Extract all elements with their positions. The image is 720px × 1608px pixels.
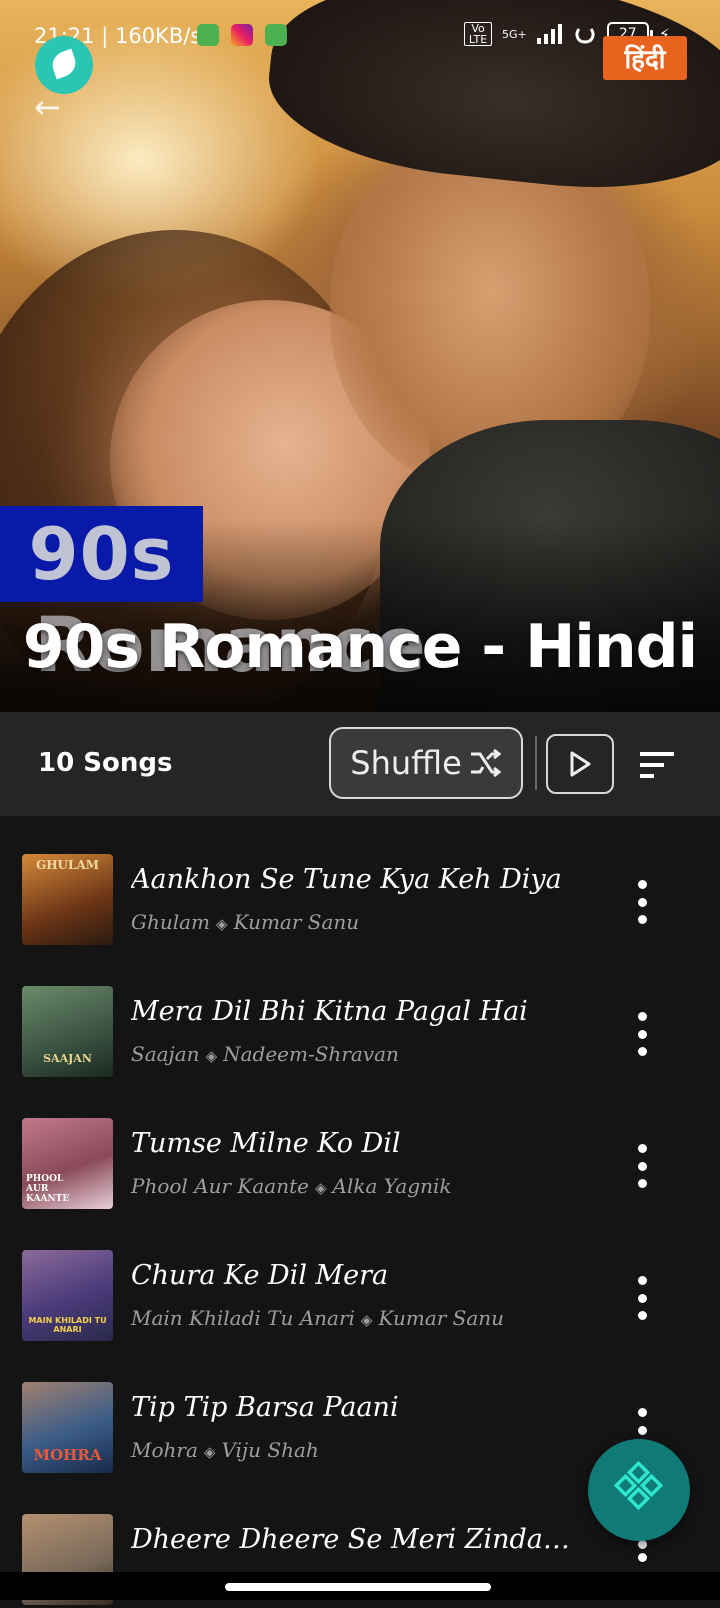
separator-icon: ◈ <box>205 1047 218 1065</box>
song-title: Tip Tip Barsa Paani <box>131 1392 399 1423</box>
song-album: Ghulam <box>131 910 211 934</box>
diamond-grid-icon <box>613 1460 664 1511</box>
song-artist: Alka Yagnik <box>332 1174 452 1198</box>
song-title: Tumse Milne Ko Dil <box>131 1128 401 1159</box>
hotspot-icon <box>575 28 595 44</box>
song-row[interactable]: MAIN KHILADI TU ANARI Chura Ke Dil Mera … <box>0 1212 720 1344</box>
song-album: Saajan <box>131 1042 200 1066</box>
volte-icon: Vo LTE <box>464 22 493 46</box>
separator-icon: ◈ <box>314 1179 327 1197</box>
song-thumbnail: SAAJAN <box>22 986 113 1077</box>
android-notification-icon <box>265 24 287 46</box>
controls-divider <box>535 736 537 790</box>
cover-badge-text: 90s <box>28 512 175 596</box>
more-options-button[interactable] <box>630 880 654 924</box>
song-row[interactable]: SAAJAN Mera Dil Bhi Kitna Pagal Hai Saaj… <box>0 948 720 1080</box>
song-row[interactable]: PHOOL AUR KAANTE Tumse Milne Ko Dil Phoo… <box>0 1080 720 1212</box>
android-notification-icon <box>197 24 219 46</box>
language-button[interactable]: हिंदी <box>603 36 687 80</box>
back-arrow-icon[interactable]: ← <box>34 88 61 126</box>
sort-icon <box>640 752 674 778</box>
song-title: Mera Dil Bhi Kitna Pagal Hai <box>131 996 528 1027</box>
status-speed: 160KB/s <box>114 24 202 48</box>
shuffle-icon <box>470 748 502 778</box>
song-album: Main Khiladi Tu Anari <box>131 1306 355 1330</box>
playlist-title: 90s Romance - Hindi <box>22 612 698 682</box>
app-logo-icon <box>35 36 93 94</box>
song-album: Mohra <box>131 1438 198 1462</box>
song-artist: Kumar Sanu <box>378 1306 505 1330</box>
song-thumbnail: GHULAM <box>22 854 113 945</box>
song-album: Phool Aur Kaante <box>131 1174 309 1198</box>
playlist-controls: 10 Songs Shuffle <box>0 712 720 816</box>
cover-badge: 90s <box>0 506 203 602</box>
song-artist: Viju Shah <box>221 1438 319 1462</box>
home-indicator[interactable] <box>225 1583 491 1591</box>
separator-icon: ◈ <box>216 915 228 933</box>
more-options-button[interactable] <box>630 1144 654 1188</box>
song-title: Chura Ke Dil Mera <box>131 1260 389 1291</box>
more-options-button[interactable] <box>630 1276 654 1320</box>
instagram-notification-icon <box>231 24 253 46</box>
play-icon <box>570 751 591 777</box>
signal-icon <box>536 24 562 44</box>
song-title: Aankhon Se Tune Kya Keh Diya <box>131 864 562 895</box>
sort-button[interactable] <box>638 748 678 782</box>
song-thumbnail: PHOOL AUR KAANTE <box>22 1118 113 1209</box>
shuffle-button[interactable]: Shuffle <box>329 727 523 799</box>
song-title: Dheere Dheere Se Meri Zindagi Mei... <box>131 1524 586 1555</box>
network-5g-label: 5G+ <box>502 27 527 41</box>
play-all-button[interactable] <box>546 734 614 794</box>
song-artist: Kumar Sanu <box>233 910 360 934</box>
separator-icon: ◈ <box>203 1443 216 1461</box>
song-count: 10 Songs <box>38 748 173 778</box>
more-options-button[interactable] <box>630 1012 654 1056</box>
song-artist: Nadeem-Shravan <box>223 1042 399 1066</box>
separator-icon: ◈ <box>360 1311 373 1329</box>
song-row[interactable]: GHULAM Aankhon Se Tune Kya Keh Diya Ghul… <box>0 816 720 948</box>
song-thumbnail: MOHRA <box>22 1382 113 1473</box>
song-thumbnail: MAIN KHILADI TU ANARI <box>22 1250 113 1341</box>
more-options-button[interactable] <box>630 1540 654 1562</box>
floating-action-button[interactable] <box>588 1439 690 1541</box>
shuffle-label: Shuffle <box>350 744 462 782</box>
playlist-cover-image: 90s Romance 90s Romance - Hindi <box>0 0 720 712</box>
